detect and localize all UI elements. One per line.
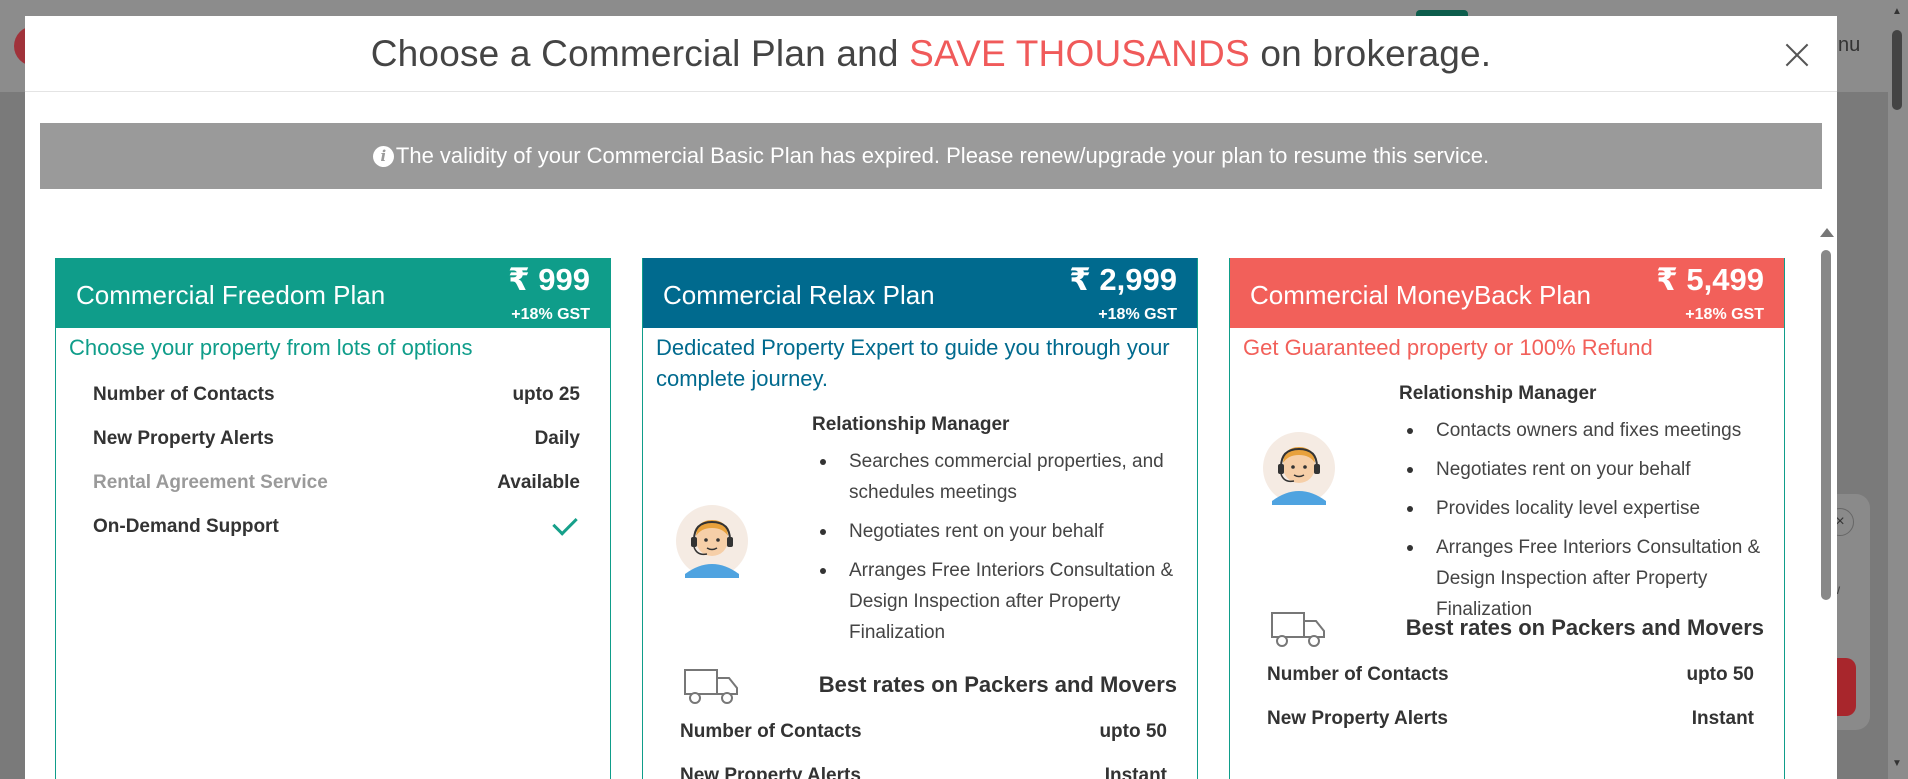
relationship-manager-block: Relationship Manager Contacts owners and… xyxy=(1230,363,1784,621)
plan-gst: +18% GST xyxy=(1685,306,1764,323)
list-item: Contacts owners and fixes meetings xyxy=(1399,415,1779,446)
feature-value: upto 50 xyxy=(1686,664,1754,685)
feature-value: upto 50 xyxy=(1099,721,1167,742)
plan-gst: +18% GST xyxy=(511,306,590,323)
feature-label: New Property Alerts xyxy=(1267,708,1448,729)
feature-value: Daily xyxy=(534,428,580,449)
relationship-manager-avatar-icon xyxy=(1263,432,1335,505)
feature-value: Available xyxy=(497,472,580,493)
list-item: Provides locality level expertise xyxy=(1399,493,1779,524)
relationship-manager-avatar-icon xyxy=(676,505,748,578)
feature-row: Number of Contacts upto 25 xyxy=(56,373,610,417)
modal-header: Choose a Commercial Plan and SAVE THOUSA… xyxy=(25,16,1837,92)
feature-label: Number of Contacts xyxy=(93,384,275,405)
expired-notice-text: The validity of your Commercial Basic Pl… xyxy=(395,143,1490,168)
list-item: Negotiates rent on your behalf xyxy=(1399,454,1779,485)
plans-modal: Choose a Commercial Plan and SAVE THOUSA… xyxy=(25,16,1837,779)
feature-label: Number of Contacts xyxy=(680,721,862,742)
scroll-up-icon[interactable] xyxy=(1820,228,1834,237)
truck-icon xyxy=(1271,612,1325,647)
relationship-manager-block: Relationship Manager Searches commercial… xyxy=(643,394,1197,684)
plan-name: Commercial Freedom Plan xyxy=(76,280,386,310)
feature-row: On-Demand Support xyxy=(56,505,610,549)
plan-card-relax[interactable]: Commercial Relax Plan ₹ 2,999 +18% GST D… xyxy=(642,258,1198,779)
plan-tagline: Choose your property from lots of option… xyxy=(69,335,473,360)
plan-header: Commercial Freedom Plan ₹ 999 +18% GST xyxy=(56,258,610,328)
modal-title-accent: SAVE THOUSANDS xyxy=(909,32,1250,74)
plans-scrollbar-thumb[interactable] xyxy=(1821,250,1831,600)
plan-header: Commercial Relax Plan ₹ 2,999 +18% GST xyxy=(643,258,1197,328)
plan-header: Commercial MoneyBack Plan ₹ 5,499 +18% G… xyxy=(1230,258,1784,328)
plan-card-moneyback[interactable]: Commercial MoneyBack Plan ₹ 5,499 +18% G… xyxy=(1229,258,1785,779)
scroll-up-icon[interactable]: ▲ xyxy=(1892,6,1902,17)
plan-card-freedom[interactable]: Commercial Freedom Plan ₹ 999 +18% GST C… xyxy=(55,258,611,779)
info-icon: i xyxy=(372,145,394,167)
relationship-manager-title: Relationship Manager xyxy=(1399,383,1597,404)
feature-row: New Property Alerts Instant xyxy=(1230,697,1784,741)
relationship-manager-list: Contacts owners and fixes meetings Negot… xyxy=(1399,415,1779,625)
feature-label: Rental Agreement Service xyxy=(93,472,328,493)
plan-name: Commercial Relax Plan xyxy=(663,280,935,310)
list-item: Searches commercial properties, and sche… xyxy=(812,446,1192,508)
modal-title-suffix: on brokerage. xyxy=(1249,32,1492,74)
feature-label: On-Demand Support xyxy=(93,516,279,537)
plan-price: ₹ 5,499 xyxy=(1656,262,1764,297)
feature-value: upto 25 xyxy=(512,384,580,405)
modal-title: Choose a Commercial Plan and SAVE THOUSA… xyxy=(371,33,1492,75)
packers-movers-label: Best rates on Packers and Movers xyxy=(1405,615,1764,640)
page-scrollbar[interactable] xyxy=(1888,0,1908,779)
check-icon xyxy=(552,510,578,536)
feature-value: Instant xyxy=(1104,765,1167,779)
list-item: Negotiates rent on your behalf xyxy=(812,516,1192,547)
packers-movers-row: Best rates on Packers and Movers xyxy=(1230,603,1784,653)
plan-price: ₹ 2,999 xyxy=(1069,262,1177,297)
plan-price: ₹ 999 xyxy=(508,262,590,297)
list-item: Arranges Free Interiors Consultation & D… xyxy=(812,555,1192,648)
expired-notice: i The validity of your Commercial Basic … xyxy=(40,123,1822,189)
plans-scrollbar[interactable] xyxy=(1819,228,1834,779)
feature-row: Rental Agreement Service Available xyxy=(56,461,610,505)
plan-tagline: Get Guaranteed property or 100% Refund xyxy=(1243,335,1653,360)
page-scrollbar-thumb[interactable] xyxy=(1892,30,1902,110)
scroll-down-icon[interactable]: ▼ xyxy=(1892,758,1902,769)
truck-icon xyxy=(684,669,738,704)
plan-name: Commercial MoneyBack Plan xyxy=(1250,280,1592,310)
feature-label: Number of Contacts xyxy=(1267,664,1449,685)
plan-tagline: Dedicated Property Expert to guide you t… xyxy=(656,335,1170,391)
plans-list: Commercial Freedom Plan ₹ 999 +18% GST C… xyxy=(25,216,1837,779)
feature-row: Number of Contacts upto 50 xyxy=(643,710,1197,754)
feature-row: New Property Alerts Instant xyxy=(643,754,1197,779)
background-menu-label: nu xyxy=(1838,34,1861,56)
plan-gst: +18% GST xyxy=(1098,306,1177,323)
feature-row: New Property Alerts Daily xyxy=(56,417,610,461)
feature-label: New Property Alerts xyxy=(93,428,274,449)
packers-movers-label: Best rates on Packers and Movers xyxy=(818,672,1177,697)
feature-row: Number of Contacts upto 50 xyxy=(1230,653,1784,697)
relationship-manager-list: Searches commercial properties, and sche… xyxy=(812,446,1192,648)
close-icon[interactable] xyxy=(1779,36,1815,72)
packers-movers-row: Best rates on Packers and Movers xyxy=(643,660,1197,710)
feature-label: New Property Alerts xyxy=(680,765,861,779)
relationship-manager-title: Relationship Manager xyxy=(812,414,1010,435)
modal-title-prefix: Choose a Commercial Plan and xyxy=(370,32,910,74)
feature-value: Instant xyxy=(1691,708,1754,729)
